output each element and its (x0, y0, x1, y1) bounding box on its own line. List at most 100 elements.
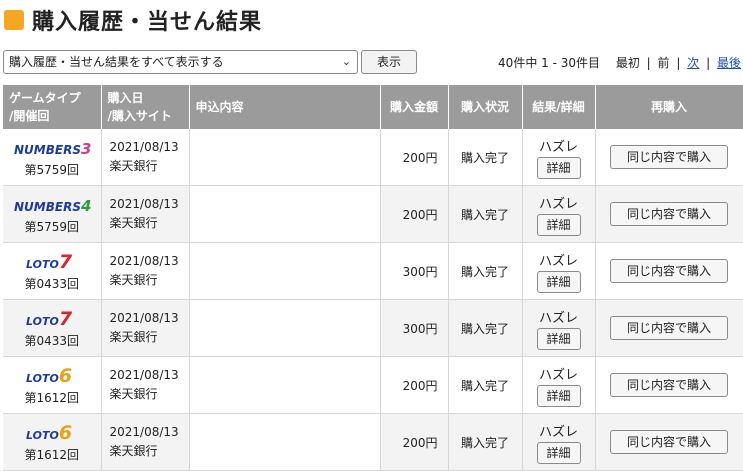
svg-text:NUMBERS4: NUMBERS4 (14, 197, 91, 215)
page-title: 購入履歴・当せん結果 (32, 10, 263, 35)
result-text: ハズレ (538, 367, 578, 383)
table-row: LOTO7 第0433回 2021/08/13 楽天銀行 300円 購入完了 ハズレ 詳細 同じ… (3, 242, 743, 300)
cell-rebuy: 同じ内容で購入 (595, 356, 743, 414)
header-content: 申込内容 (189, 85, 381, 129)
result-text: ハズレ (538, 310, 578, 326)
cell-amount: 200円 (380, 413, 449, 471)
round-number: 第1612回 (24, 447, 80, 462)
rebuy-button[interactable]: 同じ内容で購入 (610, 316, 728, 340)
purchase-date: 2021/08/13 (109, 254, 179, 268)
cell-date: 2021/08/13 楽天銀行 (101, 413, 190, 471)
table-row: LOTO7 第0433回 2021/08/13 楽天銀行 300円 購入完了 ハズレ 詳細 同じ… (3, 299, 743, 357)
rebuy-button[interactable]: 同じ内容で購入 (610, 259, 728, 283)
cell-status: 購入完了 (448, 129, 523, 186)
cell-content (189, 356, 381, 414)
svg-text:NUMBERS3: NUMBERS3 (14, 140, 91, 158)
rebuy-button[interactable]: 同じ内容で購入 (610, 145, 728, 169)
round-number: 第5759回 (24, 162, 80, 177)
purchase-date: 2021/08/13 (109, 197, 179, 211)
purchase-date: 2021/08/13 (109, 425, 179, 439)
header-status: 購入状況 (448, 85, 523, 129)
cell-amount: 200円 (380, 129, 449, 186)
round-number: 第0433回 (24, 333, 80, 348)
pager-separator: | (706, 56, 711, 70)
cell-game: LOTO6 第1612回 (3, 413, 102, 471)
detail-button[interactable]: 詳細 (536, 156, 581, 179)
rebuy-button[interactable]: 同じ内容で購入 (610, 430, 728, 454)
round-number: 第1612回 (24, 390, 80, 405)
purchase-date: 2021/08/13 (109, 140, 179, 154)
cell-date: 2021/08/13 楽天銀行 (101, 185, 190, 243)
loto6-logo: LOTO6 (26, 422, 72, 444)
cell-amount: 300円 (380, 299, 449, 357)
pagination: 40件中 1 - 30件目 最初 | 前 | 次 | 最後 (498, 54, 741, 71)
pager-next-link[interactable]: 次 (687, 56, 699, 70)
purchase-date: 2021/08/13 (109, 368, 179, 382)
svg-text:LOTO6: LOTO6 (26, 365, 72, 387)
cell-game: NUMBERS3 第5759回 (3, 129, 102, 186)
cell-date: 2021/08/13 楽天銀行 (101, 129, 190, 186)
detail-button[interactable]: 詳細 (536, 213, 581, 236)
header-game: ゲームタイプ/開催回 (3, 85, 102, 129)
pager-first: 最初 (615, 56, 640, 70)
cell-rebuy: 同じ内容で購入 (595, 413, 743, 471)
purchase-history-table: ゲームタイプ/開催回 購入日/購入サイト 申込内容 購入金額 購入状況 結果/詳… (3, 85, 743, 471)
cell-amount: 200円 (380, 185, 449, 243)
cell-content (189, 185, 381, 243)
pager-separator: | (646, 56, 651, 70)
page-header: 購入履歴・当せん結果 (4, 4, 262, 36)
table-row: NUMBERS3 第5759回 2021/08/13 楽天銀行 200円 購入完了 ハズレ詳… (3, 129, 743, 186)
cell-result: ハズレ 詳細 (522, 185, 596, 243)
cell-game: NUMBERS4 第5759回 (3, 185, 102, 243)
cell-content (189, 129, 381, 186)
purchase-site: 楽天銀行 (109, 444, 158, 458)
cell-rebuy: 同じ内容で購入 (595, 299, 743, 357)
loto7-logo: LOTO7 (26, 251, 73, 273)
purchase-site: 楽天銀行 (109, 273, 158, 287)
round-number: 第5759回 (24, 219, 80, 234)
detail-button[interactable]: 詳細 (536, 441, 581, 464)
table-row: LOTO6 第1612回 2021/08/13 楽天銀行 200円 購入完了 ハズレ 詳細 同じ… (3, 413, 743, 471)
pager-separator: | (676, 56, 681, 70)
detail-button[interactable]: 詳細 (536, 384, 581, 407)
round-number: 第0433回 (24, 276, 80, 291)
cell-date: 2021/08/13 楽天銀行 (101, 299, 190, 357)
purchase-site: 楽天銀行 (109, 387, 158, 401)
header-amount: 購入金額 (380, 85, 449, 129)
svg-text:LOTO6: LOTO6 (26, 422, 72, 444)
purchase-site: 楽天銀行 (109, 330, 158, 344)
result-text: ハズレ (538, 253, 578, 269)
table-row: LOTO6 第1612回 2021/08/13 楽天銀行 200円 購入完了 ハズレ 詳細 同じ… (3, 356, 743, 414)
table-header-row: ゲームタイプ/開催回 購入日/購入サイト 申込内容 購入金額 購入状況 結果/詳… (3, 85, 743, 129)
loto7-logo: LOTO7 (26, 308, 73, 330)
cell-date: 2021/08/13 楽天銀行 (101, 356, 190, 414)
purchase-date: 2021/08/13 (109, 311, 179, 325)
chevron-down-icon: ⌄ (341, 55, 351, 68)
header-result: 結果/詳細 (522, 85, 596, 129)
filter-select[interactable]: 購入履歴・当せん結果をすべて表示する ⌄ (3, 50, 358, 74)
cell-status: 購入完了 (448, 185, 523, 243)
show-button[interactable]: 表示 (361, 50, 417, 74)
numbers3-logo: NUMBERS3 (14, 140, 91, 158)
detail-button[interactable]: 詳細 (536, 327, 581, 350)
cell-result: ハズレ 詳細 (522, 356, 596, 414)
header-date: 購入日/購入サイト (101, 85, 190, 129)
cell-content (189, 299, 381, 357)
filter-select-value: 購入履歴・当せん結果をすべて表示する (9, 55, 224, 69)
cell-status: 購入完了 (448, 242, 523, 300)
cell-result: ハズレ 詳細 (522, 129, 596, 186)
detail-button[interactable]: 詳細 (536, 270, 581, 293)
purchase-site: 楽天銀行 (109, 159, 158, 173)
pager-last-link[interactable]: 最後 (717, 56, 741, 70)
pager-prev: 前 (657, 56, 670, 70)
rebuy-button[interactable]: 同じ内容で購入 (610, 202, 728, 226)
numbers4-logo: NUMBERS4 (14, 197, 91, 215)
cell-rebuy: 同じ内容で購入 (595, 185, 743, 243)
cell-rebuy: 同じ内容で購入 (595, 129, 743, 186)
cell-amount: 300円 (380, 242, 449, 300)
cell-result: ハズレ 詳細 (522, 299, 596, 357)
rebuy-button[interactable]: 同じ内容で購入 (610, 373, 728, 397)
cell-status: 購入完了 (448, 356, 523, 414)
svg-text:LOTO7: LOTO7 (26, 308, 73, 330)
cell-game: LOTO6 第1612回 (3, 356, 102, 414)
